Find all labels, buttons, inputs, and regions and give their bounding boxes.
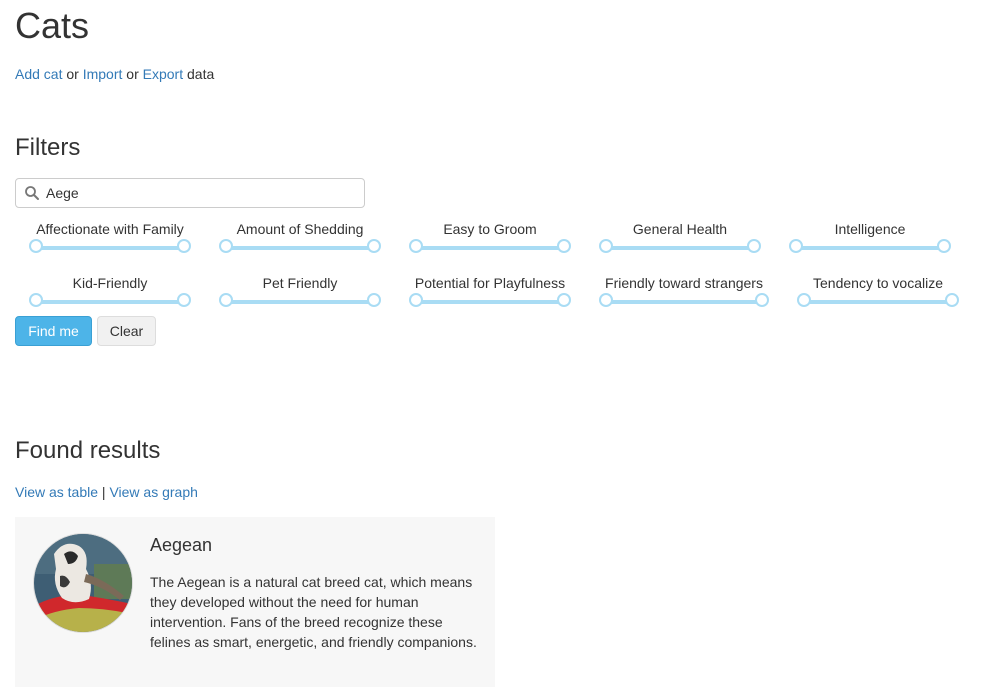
slider-label: Kid-Friendly bbox=[72, 275, 148, 291]
slider-label: General Health bbox=[632, 221, 728, 237]
separator: | bbox=[101, 484, 106, 500]
slider-max-handle[interactable] bbox=[557, 293, 571, 307]
result-name: Aegean bbox=[150, 535, 213, 555]
search-icon bbox=[25, 186, 39, 200]
or-text: or bbox=[126, 66, 139, 82]
slider-min-handle[interactable] bbox=[797, 293, 811, 307]
slider-max-handle[interactable] bbox=[945, 293, 959, 307]
slider-min-handle[interactable] bbox=[409, 239, 423, 253]
filter-slider-strangers: Friendly toward strangers bbox=[585, 274, 783, 324]
slider-track[interactable] bbox=[605, 246, 755, 250]
data-text: data bbox=[187, 66, 215, 82]
or-text: or bbox=[66, 66, 79, 82]
filters-title: Filters bbox=[15, 134, 81, 161]
view-mode-links: View as table | View as graph bbox=[15, 482, 198, 502]
slider-max-handle[interactable] bbox=[367, 293, 381, 307]
slider-min-handle[interactable] bbox=[219, 239, 233, 253]
slider-max-handle[interactable] bbox=[755, 293, 769, 307]
search-box bbox=[15, 178, 365, 208]
slider-label: Amount of Shedding bbox=[236, 221, 364, 237]
slider-track[interactable] bbox=[605, 300, 763, 304]
result-description: The Aegean is a natural cat breed cat, w… bbox=[150, 574, 477, 650]
slider-track[interactable] bbox=[415, 246, 565, 250]
header-actions: Add cat or Import or Export data bbox=[15, 64, 214, 84]
result-card[interactable]: Aegean The Aegean is a natural cat breed… bbox=[15, 517, 495, 687]
filter-slider-playfulness: Potential for Playfulness bbox=[395, 274, 585, 324]
slider-track[interactable] bbox=[35, 246, 185, 250]
view-as-table-link[interactable]: View as table bbox=[15, 484, 98, 500]
slider-max-handle[interactable] bbox=[177, 239, 191, 253]
export-link[interactable]: Export bbox=[143, 66, 183, 82]
slider-min-handle[interactable] bbox=[219, 293, 233, 307]
slider-max-handle[interactable] bbox=[937, 239, 951, 253]
slider-max-handle[interactable] bbox=[177, 293, 191, 307]
view-as-graph-link[interactable]: View as graph bbox=[109, 484, 197, 500]
slider-label: Affectionate with Family bbox=[36, 221, 184, 237]
slider-track[interactable] bbox=[415, 300, 565, 304]
slider-track[interactable] bbox=[35, 300, 185, 304]
slider-label: Tendency to vocalize bbox=[813, 275, 943, 291]
slider-label: Pet Friendly bbox=[262, 275, 338, 291]
filter-slider-shedding: Amount of Shedding bbox=[205, 220, 395, 270]
slider-min-handle[interactable] bbox=[789, 239, 803, 253]
slider-track[interactable] bbox=[225, 300, 375, 304]
filter-slider-health: General Health bbox=[585, 220, 775, 270]
slider-max-handle[interactable] bbox=[367, 239, 381, 253]
cat-photo-image bbox=[34, 534, 132, 632]
filter-slider-intelligence: Intelligence bbox=[775, 220, 965, 270]
filter-slider-affectionate: Affectionate with Family bbox=[15, 220, 205, 270]
filter-slider-vocalize: Tendency to vocalize bbox=[783, 274, 973, 324]
slider-label: Intelligence bbox=[834, 221, 906, 237]
add-cat-link[interactable]: Add cat bbox=[15, 66, 62, 82]
clear-button[interactable]: Clear bbox=[97, 316, 156, 346]
filter-slider-groom: Easy to Groom bbox=[395, 220, 585, 270]
slider-track[interactable] bbox=[795, 246, 945, 250]
slider-max-handle[interactable] bbox=[557, 239, 571, 253]
slider-min-handle[interactable] bbox=[599, 293, 613, 307]
slider-min-handle[interactable] bbox=[599, 239, 613, 253]
slider-min-handle[interactable] bbox=[29, 239, 43, 253]
slider-track[interactable] bbox=[803, 300, 953, 304]
search-input[interactable] bbox=[46, 179, 356, 207]
find-me-button[interactable]: Find me bbox=[15, 316, 92, 346]
results-title: Found results bbox=[15, 437, 161, 464]
cat-avatar bbox=[33, 533, 133, 633]
slider-label: Easy to Groom bbox=[443, 221, 537, 237]
slider-label: Friendly toward strangers bbox=[605, 275, 763, 291]
slider-min-handle[interactable] bbox=[29, 293, 43, 307]
page-title: Cats bbox=[15, 5, 90, 46]
slider-label: Potential for Playfulness bbox=[414, 275, 566, 291]
slider-max-handle[interactable] bbox=[747, 239, 761, 253]
slider-track[interactable] bbox=[225, 246, 375, 250]
filter-slider-pet-friendly: Pet Friendly bbox=[205, 274, 395, 324]
import-link[interactable]: Import bbox=[83, 66, 123, 82]
slider-min-handle[interactable] bbox=[409, 293, 423, 307]
